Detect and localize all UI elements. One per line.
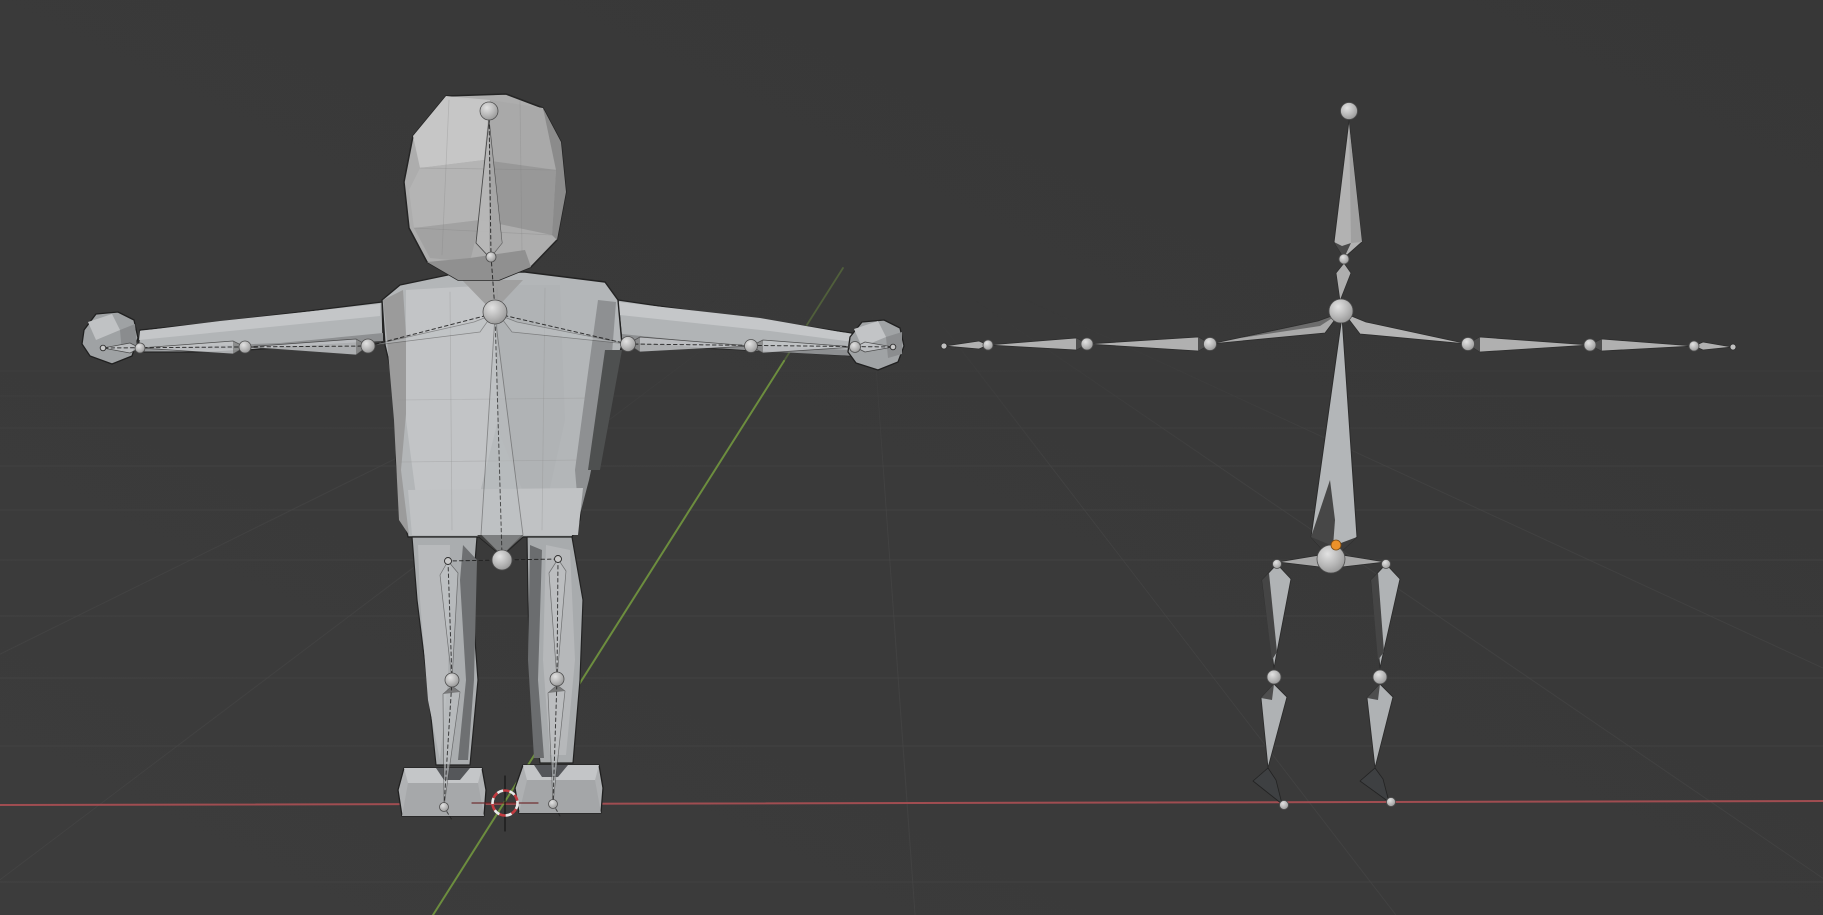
- joint-sphere[interactable]: [550, 672, 564, 686]
- joint-sphere[interactable]: [239, 341, 251, 353]
- joint-sphere[interactable]: [1584, 339, 1596, 351]
- joint-sphere[interactable]: [1387, 798, 1396, 807]
- joint-sphere[interactable]: [941, 343, 947, 349]
- joint-sphere[interactable]: [1317, 545, 1345, 573]
- joint-sphere[interactable]: [555, 556, 562, 563]
- joint-sphere[interactable]: [1341, 103, 1358, 120]
- joint-sphere[interactable]: [1382, 560, 1391, 569]
- joint-sphere[interactable]: [492, 550, 512, 570]
- joint-sphere[interactable]: [1267, 670, 1281, 684]
- joint-sphere[interactable]: [480, 102, 498, 120]
- viewport-background: [0, 0, 1823, 915]
- joint-sphere[interactable]: [1373, 670, 1387, 684]
- blender-viewport-stage: [0, 0, 1823, 915]
- head-facet[interactable]: [409, 160, 484, 228]
- origin-dot[interactable]: [1331, 540, 1341, 550]
- joint-sphere[interactable]: [135, 343, 145, 353]
- joint-sphere[interactable]: [890, 344, 896, 350]
- joint-sphere[interactable]: [1081, 338, 1093, 350]
- joint-sphere[interactable]: [361, 339, 375, 353]
- joint-sphere[interactable]: [549, 800, 558, 809]
- joint-sphere[interactable]: [850, 342, 861, 353]
- joint-sphere[interactable]: [100, 345, 106, 351]
- joint-sphere[interactable]: [1462, 338, 1475, 351]
- joint-sphere[interactable]: [1204, 338, 1217, 351]
- joint-sphere[interactable]: [1273, 560, 1282, 569]
- joint-sphere[interactable]: [1329, 299, 1353, 323]
- joint-sphere[interactable]: [983, 340, 993, 350]
- shoe-right-toe[interactable]: [519, 780, 601, 813]
- joint-sphere[interactable]: [440, 803, 449, 812]
- joint-sphere[interactable]: [1689, 341, 1699, 351]
- joint-sphere[interactable]: [1280, 801, 1289, 810]
- joint-sphere[interactable]: [483, 300, 507, 324]
- blender-3d-viewport[interactable]: [0, 0, 1823, 915]
- joint-sphere[interactable]: [1339, 254, 1349, 264]
- joint-sphere[interactable]: [486, 252, 496, 262]
- joint-sphere[interactable]: [745, 340, 758, 353]
- joint-sphere[interactable]: [445, 558, 452, 565]
- joint-sphere[interactable]: [445, 673, 459, 687]
- joint-sphere[interactable]: [1730, 344, 1736, 350]
- joint-sphere[interactable]: [621, 337, 636, 352]
